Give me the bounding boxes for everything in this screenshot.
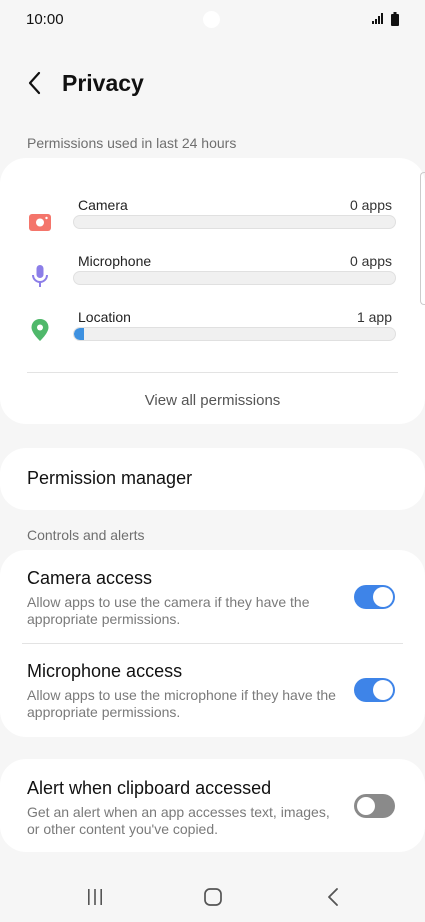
permission-row-camera[interactable]: Camera 0 apps bbox=[0, 196, 425, 244]
microphone-access-description: Allow apps to use the microphone if they… bbox=[27, 687, 336, 720]
camera-access-item[interactable]: Camera access Allow apps to use the came… bbox=[0, 550, 425, 643]
usage-bar bbox=[73, 215, 396, 229]
status-bar: 10:00 bbox=[0, 0, 425, 40]
camera-icon bbox=[29, 214, 51, 231]
microphone-access-toggle[interactable] bbox=[354, 678, 395, 702]
location-pin-icon bbox=[31, 319, 49, 341]
divider bbox=[27, 372, 398, 373]
permission-name: Location bbox=[78, 309, 131, 325]
scrollbar[interactable] bbox=[420, 172, 425, 305]
usage-bar bbox=[73, 271, 396, 285]
back-arrow-icon[interactable] bbox=[24, 70, 48, 96]
signal-strength-icon bbox=[372, 13, 383, 24]
permission-app-count: 0 apps bbox=[349, 253, 392, 269]
phone-screen: 10:00 Privacy Permissions used in last 2… bbox=[0, 0, 425, 922]
clipboard-alert-toggle[interactable] bbox=[354, 794, 395, 818]
clipboard-alert-title: Alert when clipboard accessed bbox=[27, 778, 272, 798]
front-camera-cutout bbox=[203, 11, 220, 28]
permission-manager-item[interactable]: Permission manager bbox=[0, 448, 425, 510]
home-icon[interactable] bbox=[203, 887, 223, 907]
clipboard-alert-description: Get an alert when an app accesses text, … bbox=[27, 804, 330, 837]
camera-access-title: Camera access bbox=[27, 568, 153, 588]
navigation-bar bbox=[0, 872, 425, 922]
permission-row-location[interactable]: Location 1 app bbox=[0, 308, 425, 356]
controls-section-label: Controls and alerts bbox=[27, 527, 145, 543]
microphone-access-item[interactable]: Microphone access Allow apps to use the … bbox=[0, 644, 425, 737]
controls-card: Camera access Allow apps to use the came… bbox=[0, 550, 425, 737]
usage-bar bbox=[73, 327, 396, 341]
recent-apps-icon[interactable] bbox=[85, 887, 105, 907]
back-nav-icon[interactable] bbox=[324, 887, 344, 907]
toggle-knob bbox=[373, 587, 393, 607]
battery-icon bbox=[391, 12, 399, 26]
permission-row-microphone[interactable]: Microphone 0 apps bbox=[0, 252, 425, 300]
usage-bar-fill bbox=[74, 328, 84, 340]
permissions-usage-card: Camera 0 apps Microphone 0 apps Location… bbox=[0, 158, 425, 424]
permission-manager-label: Permission manager bbox=[27, 468, 193, 488]
camera-access-toggle[interactable] bbox=[354, 585, 395, 609]
toggle-knob bbox=[356, 796, 376, 816]
permissions-section-label: Permissions used in last 24 hours bbox=[27, 135, 237, 151]
permission-app-count: 1 app bbox=[356, 309, 392, 325]
microphone-icon bbox=[32, 265, 48, 287]
view-all-permissions-button[interactable]: View all permissions bbox=[0, 392, 425, 409]
permission-name: Microphone bbox=[78, 253, 152, 269]
toggle-knob bbox=[373, 680, 393, 700]
clipboard-alert-item[interactable]: Alert when clipboard accessed Get an ale… bbox=[0, 759, 425, 852]
camera-access-description: Allow apps to use the camera if they hav… bbox=[27, 594, 310, 627]
permission-name: Camera bbox=[78, 197, 128, 213]
status-time: 10:00 bbox=[26, 11, 64, 28]
page-title: Privacy bbox=[62, 70, 144, 96]
microphone-access-title: Microphone access bbox=[27, 661, 183, 681]
permission-app-count: 0 apps bbox=[349, 197, 392, 213]
page-header: Privacy bbox=[0, 60, 425, 110]
